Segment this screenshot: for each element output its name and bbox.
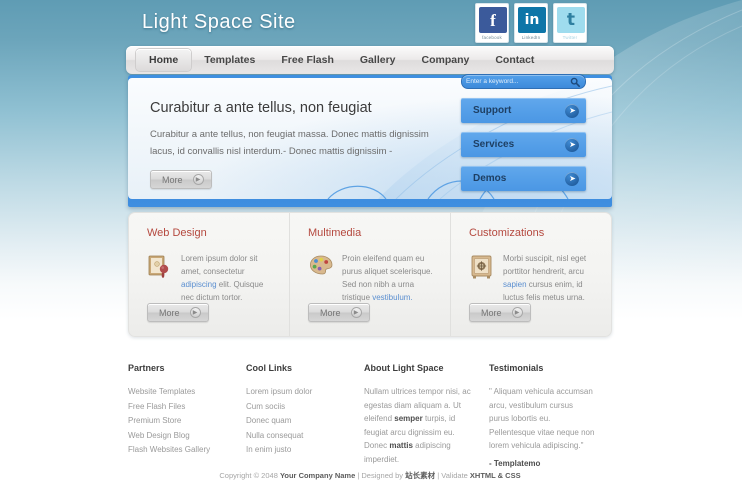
copyright-bar: Copyright © 2048 Your Company Name | Des… [120,470,620,481]
social-label-facebook: facebook [482,35,502,40]
footer-link[interactable]: Flash Websites Gallery [128,443,232,458]
footer-link[interactable]: Free Flash Files [128,400,232,415]
social-link-twitter[interactable]: t Twitter [553,3,587,43]
sidebar-button-label: Support [473,105,512,116]
footer-column-testimonials: Testimonials " Aliquam vehicula accumsan… [489,363,609,468]
copyright-validate-link[interactable]: XHTML & CSS [470,471,521,480]
footer-link[interactable]: Nulla consequat [246,429,350,444]
sidebar-button-label: Services [473,139,515,150]
feature-text-before: Lorem ipsum dolor sit amet, consectetur [181,254,258,276]
hero-heading: Curabitur a ante tellus, non feugiat [150,100,372,116]
copyright-designer[interactable]: 站长素材 [405,471,435,480]
footer-about-text: Nullam ultrices tempor nisi, ac egestas … [364,385,475,466]
search-icon[interactable] [570,77,580,87]
feature-more-label: More [320,307,341,318]
feature-more-label: More [481,307,502,318]
paint-palette-icon [309,255,333,275]
copyright-company: Your Company Name [279,471,356,480]
copyright-sep2: | Validate [435,471,470,480]
feature-title: Customizations [469,227,545,239]
feature-inline-link[interactable]: adipiscing [181,280,217,289]
page-container: Light Space Site f facebook in LinkedIn … [120,0,620,500]
site-title: Light Space Site [142,11,296,33]
sidebar-button-label: Demos [473,173,507,184]
social-label-linkedin: LinkedIn [521,35,541,40]
linkedin-icon: in [518,7,546,33]
footer-column-cool-links: Cool Links Lorem ipsum dolor Cum sociis … [246,363,364,468]
safe-vault-icon [471,255,492,279]
sidebar-button-support[interactable]: Support ➤ [461,98,586,123]
nav-item-gallery[interactable]: Gallery [347,49,409,71]
nav-item-company[interactable]: Company [409,49,483,71]
feature-text: Lorem ipsum dolor sit amet, consectetur … [181,252,275,304]
nav-item-templates[interactable]: Templates [191,49,268,71]
social-label-twitter: Twitter [562,35,578,40]
footer-link[interactable]: Cum sociis [246,400,350,415]
arrow-right-icon: ▶ [511,307,523,318]
testimonial-author: - Templatemo [489,458,541,468]
search-box[interactable] [461,74,586,89]
footer-link[interactable]: Lorem ipsum dolor [246,385,350,400]
copyright-prefix: Copyright © 2048 [219,471,280,480]
sidebar-button-demos[interactable]: Demos ➤ [461,166,586,191]
twitter-icon: t [557,7,585,33]
arrow-right-icon: ▶ [350,307,362,318]
footer-link[interactable]: Donec quam [246,414,350,429]
footer-title: Cool Links [246,363,293,373]
chevron-right-icon: ➤ [565,137,579,152]
feature-more-button[interactable]: More ▶ [469,303,531,322]
nav-item-home[interactable]: Home [136,49,192,71]
testimonial-quote: " Aliquam vehicula accumsan arcu, vestib… [489,387,595,450]
facebook-icon: f [479,7,507,33]
footer-column-partners: Partners Website Templates Free Flash Fi… [128,363,246,468]
chevron-right-icon: ➤ [565,103,579,118]
arrow-right-icon: ▶ [192,174,204,185]
footer-column-about: About Light Space Nullam ultrices tempor… [364,363,489,468]
feature-column-web-design: Web Design Lorem ipsum dolor sit amet, c… [129,213,289,336]
social-link-facebook[interactable]: f facebook [475,3,509,43]
arrow-right-icon: ▶ [189,307,201,318]
feature-title: Web Design [147,227,207,239]
feature-text: Proin eleifend quam eu purus aliquet sce… [342,252,436,304]
about-bold2: mattis [389,441,413,450]
footer-link[interactable]: Website Templates [128,385,232,400]
footer-link[interactable]: Premium Store [128,414,232,429]
social-links: f facebook in LinkedIn t Twitter [475,3,587,43]
main-navigation: Home Templates Free Flash Gallery Compan… [126,46,614,74]
feature-inline-link[interactable]: vestibulum. [372,293,412,302]
hero-more-button[interactable]: More ▶ [150,170,212,189]
feature-column-customizations: Customizations Morbi suscipit, nisl eget… [450,213,611,336]
search-input[interactable] [466,78,566,85]
hero-more-label: More [162,174,183,185]
feature-more-button[interactable]: More ▶ [147,303,209,322]
footer-title: About Light Space [364,363,444,373]
nav-item-free-flash[interactable]: Free Flash [268,49,347,71]
hero-body-text: Curabitur a ante tellus, non feugiat mas… [150,129,429,157]
book-seal-icon [148,255,169,278]
footer: Partners Website Templates Free Flash Fi… [128,363,620,468]
feature-text-before: Morbi suscipit, nisl eget porttitor hend… [503,254,587,276]
feature-more-button[interactable]: More ▶ [308,303,370,322]
feature-column-multimedia: Multimedia Proin eleifend quam eu purus … [289,213,450,336]
footer-link[interactable]: In enim justo [246,443,350,458]
feature-inline-link[interactable]: sapien [503,280,527,289]
feature-text: Morbi suscipit, nisl eget porttitor hend… [503,252,597,304]
chevron-right-icon: ➤ [565,171,579,186]
footer-title: Testimonials [489,363,544,373]
footer-link[interactable]: Web Design Blog [128,429,232,444]
about-bold1: semper [394,414,423,423]
hero-sidebar: Support ➤ Services ➤ Demos ➤ [461,74,596,191]
sidebar-button-services[interactable]: Services ➤ [461,132,586,157]
feature-more-label: More [159,307,180,318]
feature-panel: Web Design Lorem ipsum dolor sit amet, c… [128,212,612,337]
feature-title: Multimedia [308,227,362,239]
copyright-sep1: | Designed by [355,471,406,480]
nav-item-contact[interactable]: Contact [482,49,547,71]
footer-title: Partners [128,363,165,373]
social-link-linkedin[interactable]: in LinkedIn [514,3,548,43]
